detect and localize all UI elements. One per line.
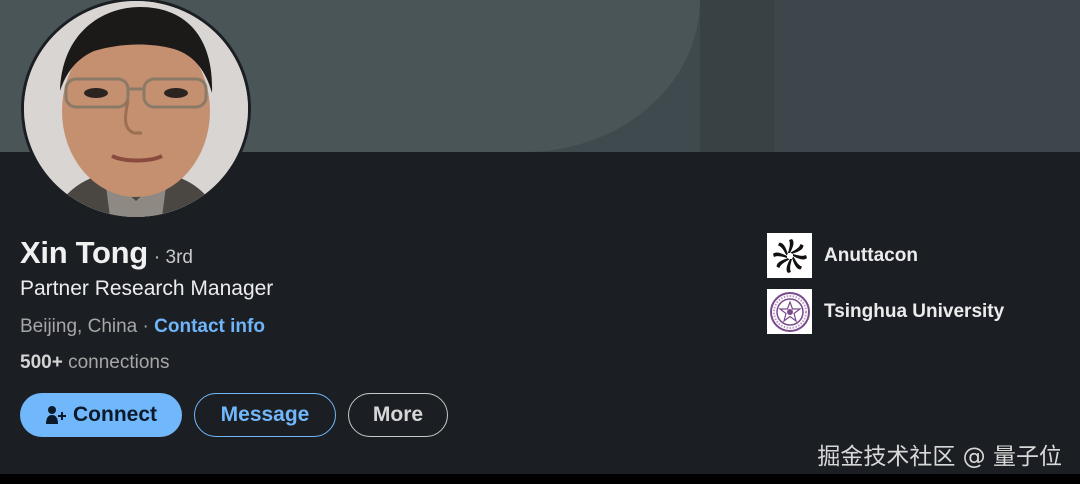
contact-info-link[interactable]: Contact info — [154, 316, 265, 337]
org-item-tsinghua[interactable]: Tsinghua University — [767, 289, 1004, 334]
add-person-icon — [45, 404, 67, 426]
profile-name: Xin Tong — [20, 235, 148, 270]
connections-count[interactable]: 500+ connections — [20, 352, 169, 374]
location-row: Beijing, China · Contact info — [20, 316, 265, 338]
profile-headline: Partner Research Manager — [20, 277, 274, 300]
org-name: Anuttacon — [824, 244, 918, 266]
avatar[interactable] — [21, 0, 251, 220]
message-button[interactable]: Message — [194, 393, 336, 437]
anuttacon-logo-icon — [767, 233, 812, 278]
more-button-label: More — [372, 403, 424, 426]
connection-degree: · 3rd — [153, 247, 193, 268]
tsinghua-seal-icon — [767, 289, 812, 334]
banner-dark-strip — [700, 0, 774, 152]
message-button-label: Message — [220, 403, 310, 426]
banner-right-panel — [774, 0, 1080, 152]
watermark: 掘金技术社区 @ 量子位 — [817, 444, 1062, 470]
name-row: Xin Tong · 3rd — [20, 235, 193, 271]
more-button[interactable]: More — [348, 393, 448, 437]
connect-button-label: Connect — [73, 403, 157, 426]
connections-label: connections — [62, 352, 170, 373]
bottom-bar — [0, 474, 1080, 484]
org-name: Tsinghua University — [824, 300, 1005, 322]
location-separator: · — [137, 316, 155, 337]
connect-button[interactable]: Connect — [20, 393, 182, 437]
avatar-photo — [24, 1, 248, 217]
connections-number: 500+ — [20, 352, 63, 373]
location-text: Beijing, China — [20, 316, 138, 337]
org-item-anuttacon[interactable]: Anuttacon — [767, 233, 918, 278]
